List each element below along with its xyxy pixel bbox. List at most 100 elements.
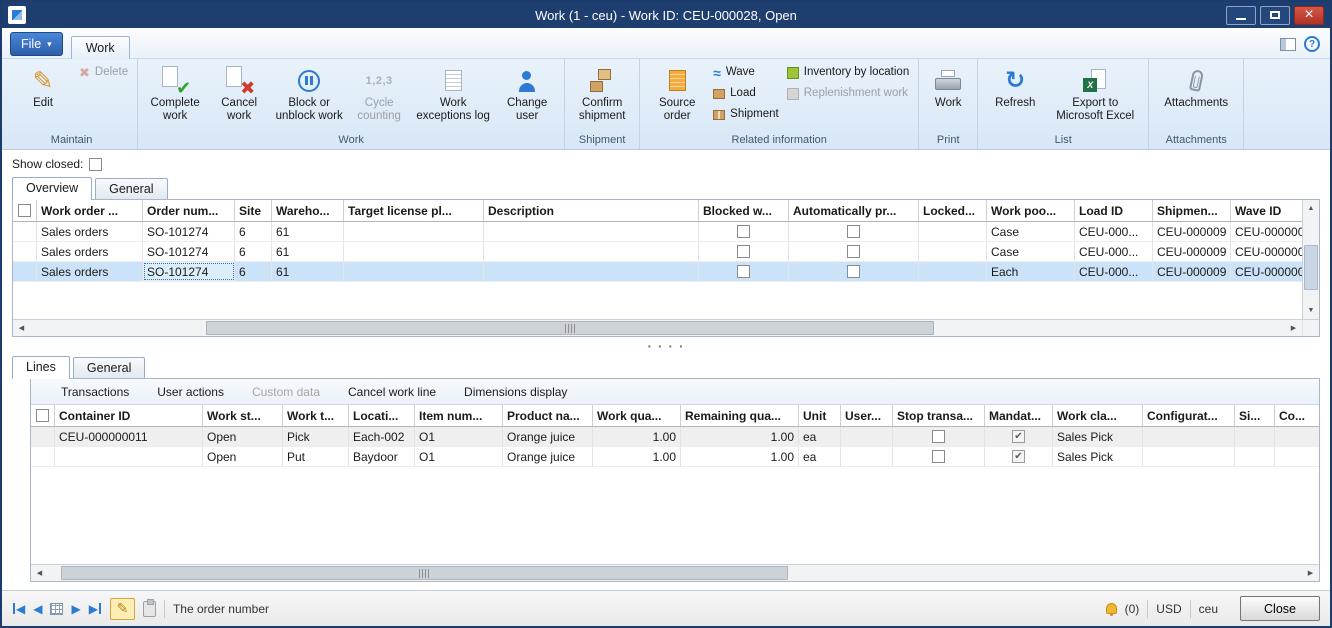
column-header[interactable]: Item num... xyxy=(415,405,503,426)
grid-cell[interactable] xyxy=(893,447,985,466)
complete-work-button[interactable]: ✔ Complete work xyxy=(143,62,207,125)
tab-overview-general[interactable]: General xyxy=(95,178,167,199)
grid-cell[interactable]: Sales Pick xyxy=(1053,427,1143,446)
scroll-left-arrow[interactable]: ◀ xyxy=(13,320,30,336)
grid-cell[interactable] xyxy=(344,222,484,241)
column-header[interactable]: Locati... xyxy=(349,405,415,426)
scroll-right-arrow[interactable]: ▶ xyxy=(1285,320,1302,336)
grid-cell[interactable]: 6 xyxy=(235,242,272,261)
grid-cell[interactable] xyxy=(919,222,987,241)
grid-cell[interactable]: CEU-000000 xyxy=(1231,262,1302,281)
grid-cell[interactable]: Sales orders xyxy=(37,262,143,281)
grid-cell[interactable]: Each-002 xyxy=(349,427,415,446)
last-record-button[interactable]: ▶ xyxy=(89,602,102,616)
grid-cell[interactable] xyxy=(919,262,987,281)
change-user-button[interactable]: Change user xyxy=(495,62,559,125)
column-header[interactable]: Stop transa... xyxy=(893,405,985,426)
grid-cell[interactable]: Sales orders xyxy=(37,222,143,241)
grid-cell[interactable] xyxy=(789,242,919,261)
grid-cell[interactable]: O1 xyxy=(415,427,503,446)
grid-cell[interactable]: O1 xyxy=(415,447,503,466)
grid-cell[interactable]: 6 xyxy=(235,222,272,241)
grid-cell[interactable]: Open xyxy=(203,447,283,466)
grid-cell[interactable]: CEU-000000011 xyxy=(55,427,203,446)
grid-row[interactable]: Sales ordersSO-101274661CaseCEU-000...CE… xyxy=(13,242,1302,262)
column-header[interactable]: Site xyxy=(235,200,272,221)
column-header[interactable]: Work order ... xyxy=(37,200,143,221)
grid-cell[interactable]: 61 xyxy=(272,222,344,241)
currency-indicator[interactable]: USD xyxy=(1156,602,1181,616)
grid-cell[interactable]: 1.00 xyxy=(681,447,799,466)
shipment-button[interactable]: Shipment xyxy=(709,104,783,125)
grid-cell[interactable]: 61 xyxy=(272,242,344,261)
column-header[interactable]: Work cla... xyxy=(1053,405,1143,426)
grid-cell[interactable]: Baydoor xyxy=(349,447,415,466)
cell-checkbox[interactable] xyxy=(737,225,750,238)
grid-cell[interactable]: Each xyxy=(987,262,1075,281)
cell-checkbox[interactable] xyxy=(847,225,860,238)
show-closed-checkbox[interactable] xyxy=(89,158,102,171)
grid-cell[interactable]: CEU-000000 xyxy=(1231,222,1302,241)
select-all-checkbox[interactable] xyxy=(18,204,31,217)
grid-cell[interactable] xyxy=(841,447,893,466)
print-work-button[interactable]: Work xyxy=(924,62,972,112)
column-header[interactable]: Load ID xyxy=(1075,200,1153,221)
column-header[interactable]: Automatically pr... xyxy=(789,200,919,221)
column-header[interactable]: Wave ID xyxy=(1231,200,1302,221)
action-dimensions-display[interactable]: Dimensions display xyxy=(464,385,567,399)
minimize-button[interactable] xyxy=(1226,6,1256,25)
maximize-button[interactable] xyxy=(1260,6,1290,25)
column-header[interactable]: Remaining qua... xyxy=(681,405,799,426)
ribbon-tab-work[interactable]: Work xyxy=(71,36,130,59)
grid-cell[interactable] xyxy=(484,242,699,261)
help-icon[interactable] xyxy=(1304,36,1320,52)
grid-cell[interactable]: Open xyxy=(203,427,283,446)
attachments-button[interactable]: Attachments xyxy=(1154,62,1238,112)
grid-cell[interactable] xyxy=(893,427,985,446)
layout-icon[interactable] xyxy=(1280,38,1296,51)
first-record-button[interactable]: ◀ xyxy=(12,602,25,616)
confirm-shipment-button[interactable]: Confirm shipment xyxy=(570,62,634,125)
cell-checkbox[interactable] xyxy=(932,450,945,463)
column-header[interactable]: Mandat... xyxy=(985,405,1053,426)
inventory-by-location-button[interactable]: Inventory by location xyxy=(783,62,913,83)
grid-cell[interactable]: SO-101274 xyxy=(143,242,235,261)
company-indicator[interactable]: ceu xyxy=(1199,602,1218,616)
column-header[interactable]: Wareho... xyxy=(272,200,344,221)
notification-count[interactable]: (0) xyxy=(1125,602,1140,616)
grid-cell[interactable]: CEU-000009 xyxy=(1153,222,1231,241)
close-window-button[interactable]: × xyxy=(1294,6,1324,25)
column-header[interactable]: Description xyxy=(484,200,699,221)
cell-checkbox[interactable] xyxy=(847,265,860,278)
grid-row[interactable]: CEU-000000011OpenPickEach-002O1Orange ju… xyxy=(31,427,1319,447)
grid-row[interactable]: OpenPutBaydoorO1Orange juice1.001.00ea✔S… xyxy=(31,447,1319,467)
grid-cell[interactable] xyxy=(789,222,919,241)
grid-cell[interactable]: 1.00 xyxy=(593,427,681,446)
grid-cell[interactable]: 1.00 xyxy=(681,427,799,446)
cell-checkbox[interactable]: ✔ xyxy=(1012,450,1025,463)
block-unblock-work-button[interactable]: Block or unblock work xyxy=(271,62,347,125)
grid-cell[interactable]: Put xyxy=(283,447,349,466)
grid-cell[interactable] xyxy=(1143,427,1235,446)
scroll-down-arrow[interactable]: ▼ xyxy=(1303,302,1319,319)
column-header[interactable]: Co... xyxy=(1275,405,1319,426)
column-header[interactable]: Work qua... xyxy=(593,405,681,426)
grid-cell[interactable]: 6 xyxy=(235,262,272,281)
refresh-button[interactable]: ↻ Refresh xyxy=(983,62,1047,112)
grid-cell[interactable]: SO-101274 xyxy=(143,262,235,281)
cancel-work-button[interactable]: ✖ Cancel work xyxy=(207,62,271,125)
grid-cell[interactable] xyxy=(1143,447,1235,466)
grid-cell[interactable]: Sales Pick xyxy=(1053,447,1143,466)
column-header[interactable]: Si... xyxy=(1235,405,1275,426)
grid-row[interactable]: Sales ordersSO-101274661CaseCEU-000...CE… xyxy=(13,222,1302,242)
tab-overview[interactable]: Overview xyxy=(12,177,92,200)
column-header[interactable]: Unit xyxy=(799,405,841,426)
scroll-up-arrow[interactable]: ▲ xyxy=(1303,200,1319,217)
next-record-button[interactable]: ▶ xyxy=(71,602,80,616)
column-header[interactable]: Order num... xyxy=(143,200,235,221)
column-header[interactable]: Container ID xyxy=(55,405,203,426)
grid-cell[interactable]: SO-101274 xyxy=(143,222,235,241)
edit-record-button[interactable]: ✎ xyxy=(110,598,135,620)
cell-checkbox[interactable] xyxy=(737,245,750,258)
grid-cell[interactable] xyxy=(1275,427,1319,446)
